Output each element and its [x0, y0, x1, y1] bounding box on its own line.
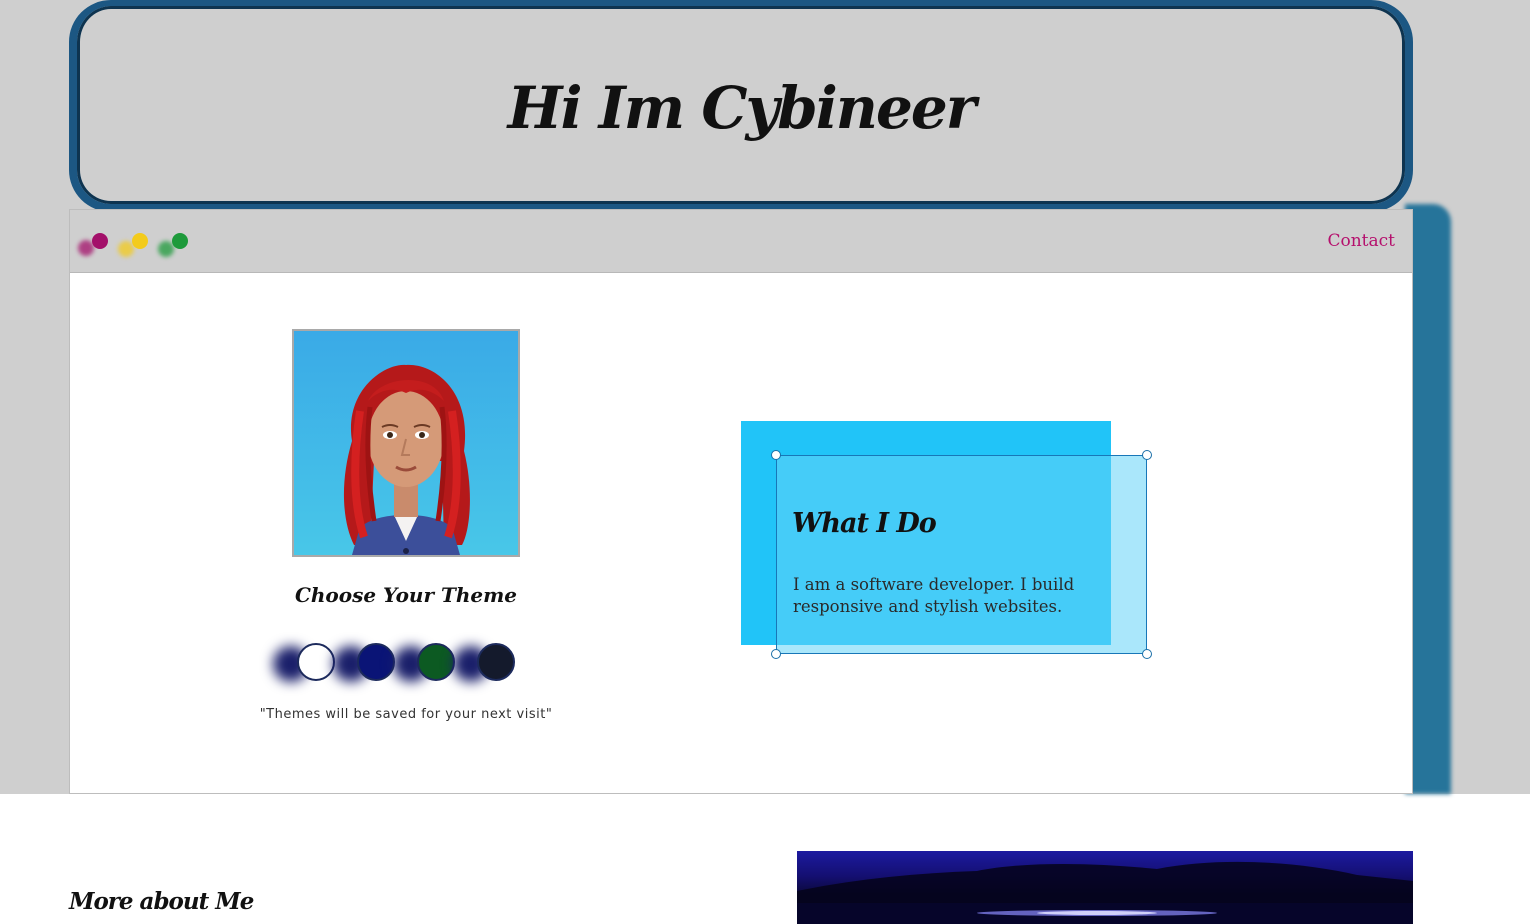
navy-swatch[interactable] [357, 643, 395, 681]
avatar-image [292, 329, 520, 557]
yellow-dot[interactable] [132, 233, 148, 249]
theme-swatch-green[interactable] [393, 643, 457, 683]
more-about-me-heading: More about Me [69, 888, 254, 915]
green-swatch[interactable] [417, 643, 455, 681]
contact-link[interactable]: Contact [1327, 231, 1395, 251]
what-i-do-text: I am a software developer. I build respo… [793, 575, 1075, 616]
resize-handle-bottom-right[interactable] [1142, 649, 1152, 659]
resize-handle-top-left[interactable] [771, 450, 781, 460]
white-swatch[interactable] [297, 643, 335, 681]
avatar-icon [343, 364, 470, 555]
theme-swatch-dark[interactable] [453, 643, 517, 683]
what-i-do-title: What I Do [792, 508, 937, 539]
night-landscape-image [797, 851, 1413, 924]
resize-handle-bottom-left[interactable] [771, 649, 781, 659]
header-frame: Hi Im Cybineer [69, 0, 1413, 212]
resize-handle-top-right[interactable] [1142, 450, 1152, 460]
theme-heading: Choose Your Theme [294, 583, 518, 607]
landscape-icon [797, 861, 1413, 924]
dark-swatch[interactable] [477, 643, 515, 681]
theme-swatch-navy[interactable] [333, 643, 397, 683]
green-dot[interactable] [172, 233, 188, 249]
theme-swatch-white[interactable] [273, 643, 337, 683]
magenta-dot[interactable] [92, 233, 108, 249]
theme-note: "Themes will be saved for your next visi… [259, 707, 553, 722]
main-window: Contact Choose Your Theme "Themes will b… [69, 209, 1413, 794]
what-i-do-card [771, 450, 1152, 659]
site-title: Hi Im Cybineer [507, 74, 977, 142]
window-bar: Contact [70, 210, 1412, 273]
